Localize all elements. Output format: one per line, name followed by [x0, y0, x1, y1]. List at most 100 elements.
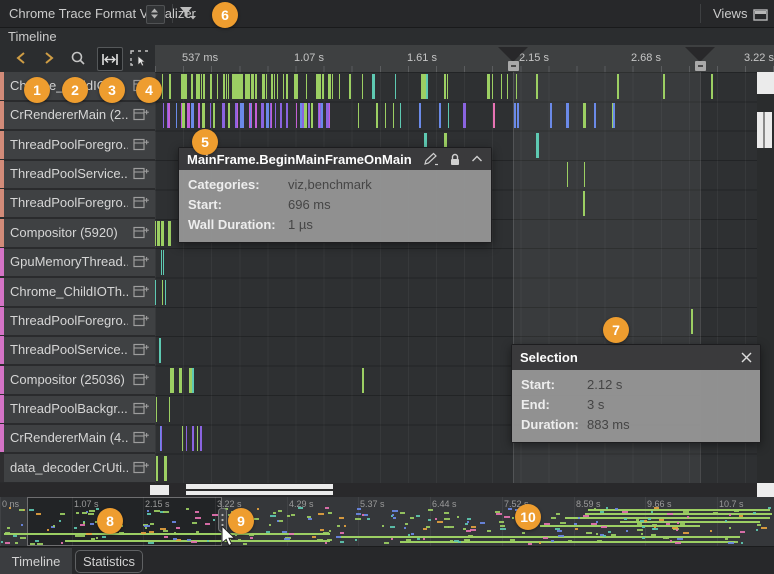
- selection-popup-titlebar[interactable]: Selection: [512, 345, 760, 370]
- selection-handle-left-knob[interactable]: [508, 61, 519, 71]
- trace-event[interactable]: [487, 74, 490, 99]
- pin-button[interactable]: [449, 153, 461, 166]
- trace-event[interactable]: [266, 74, 267, 99]
- trace-event[interactable]: [550, 103, 552, 128]
- horizontal-scrollbar[interactable]: [0, 483, 774, 497]
- trace-event[interactable]: [176, 103, 177, 128]
- trace-event[interactable]: [266, 103, 269, 128]
- trace-event[interactable]: [179, 368, 182, 393]
- tab-statistics[interactable]: Statistics: [75, 550, 143, 573]
- trace-event[interactable]: [584, 162, 585, 187]
- track-row[interactable]: data_decoder.CrUti...: [0, 454, 155, 484]
- trace-event[interactable]: [492, 74, 493, 99]
- trace-event[interactable]: [583, 103, 586, 128]
- trace-event[interactable]: [302, 103, 304, 128]
- trace-event[interactable]: [232, 74, 234, 99]
- trace-event[interactable]: [224, 74, 225, 99]
- trace-event[interactable]: [186, 426, 187, 451]
- trace-event[interactable]: [182, 74, 185, 99]
- trace-event[interactable]: [193, 368, 194, 393]
- trace-event[interactable]: [304, 103, 307, 128]
- trace-event[interactable]: [358, 103, 359, 128]
- trace-event[interactable]: [235, 103, 237, 128]
- track-row[interactable]: GpuMemoryThread...: [0, 248, 155, 278]
- time-ruler[interactable]: 537 ms1.07 s1.61 s2.15 s2.68 s3.22 s: [155, 45, 774, 73]
- trace-event[interactable]: [463, 103, 466, 128]
- trace-event[interactable]: [165, 280, 166, 305]
- expand-track-button[interactable]: [133, 343, 149, 361]
- trace-event[interactable]: [385, 103, 386, 128]
- trace-event[interactable]: [516, 74, 517, 99]
- trace-event[interactable]: [613, 103, 615, 128]
- vertical-scrollbar-thumb[interactable]: [757, 72, 774, 94]
- trace-event[interactable]: [393, 103, 394, 128]
- trace-event[interactable]: [271, 103, 272, 128]
- trace-event[interactable]: [228, 103, 230, 128]
- trace-event[interactable]: [201, 74, 202, 99]
- trace-event[interactable]: [362, 74, 363, 99]
- trace-event[interactable]: [162, 74, 163, 99]
- track-row[interactable]: Compositor (25036): [0, 366, 155, 396]
- trace-event[interactable]: [447, 74, 448, 99]
- trace-event[interactable]: [326, 103, 329, 128]
- trace-event[interactable]: [162, 280, 163, 305]
- trace-event[interactable]: [246, 74, 249, 99]
- trace-event[interactable]: [156, 456, 158, 481]
- trace-event[interactable]: [444, 74, 446, 99]
- trace-event[interactable]: [329, 74, 330, 99]
- trace-event[interactable]: [400, 103, 401, 128]
- trace-event[interactable]: [567, 162, 568, 187]
- expand-track-button[interactable]: [133, 226, 149, 244]
- trace-event[interactable]: [318, 74, 321, 99]
- expand-track-button[interactable]: [133, 255, 149, 273]
- track-row[interactable]: CrRendererMain (4...: [0, 424, 155, 454]
- hscroll-block[interactable]: [150, 485, 169, 495]
- trace-event[interactable]: [217, 74, 218, 99]
- track-row[interactable]: ThreadPoolService...: [0, 336, 155, 366]
- trace-event[interactable]: [196, 74, 199, 99]
- trace-event[interactable]: [349, 74, 351, 99]
- trace-event[interactable]: [514, 103, 516, 128]
- track-row[interactable]: Chrome_ChildIOTh...: [0, 278, 155, 308]
- trace-event[interactable]: [536, 133, 539, 158]
- trace-event[interactable]: [210, 74, 212, 99]
- expand-track-button[interactable]: [133, 167, 149, 185]
- edit-title-button[interactable]: [423, 152, 439, 166]
- expand-track-button[interactable]: [133, 461, 149, 479]
- trace-event[interactable]: [501, 74, 502, 99]
- trace-event[interactable]: [255, 103, 257, 128]
- trace-event[interactable]: [210, 103, 211, 128]
- trace-event[interactable]: [164, 456, 167, 481]
- event-tooltip-titlebar[interactable]: MainFrame.BeginMainFrameOnMain: [179, 148, 491, 170]
- trace-event[interactable]: [167, 103, 168, 128]
- zoom-to-region-button[interactable]: [127, 47, 151, 69]
- filter-button[interactable]: [179, 6, 197, 26]
- trace-event[interactable]: [711, 74, 713, 99]
- trace-event[interactable]: [306, 74, 307, 99]
- trace-event[interactable]: [295, 74, 298, 99]
- trace-event[interactable]: [203, 74, 205, 99]
- trace-event[interactable]: [191, 103, 194, 128]
- fit-to-width-button[interactable]: [97, 47, 123, 71]
- trace-event[interactable]: [493, 103, 495, 128]
- trace-event[interactable]: [213, 103, 215, 128]
- trace-event[interactable]: [376, 103, 378, 128]
- trace-event[interactable]: [163, 103, 164, 128]
- trace-event[interactable]: [155, 280, 156, 305]
- expand-track-button[interactable]: [133, 402, 149, 420]
- trace-event[interactable]: [222, 103, 225, 128]
- trace-event[interactable]: [536, 74, 538, 99]
- track-row[interactable]: ThreadPoolForegro...: [0, 131, 155, 161]
- trace-event[interactable]: [308, 103, 310, 128]
- trace-event[interactable]: [271, 74, 273, 99]
- trace-event[interactable]: [322, 74, 323, 99]
- visualizer-selector[interactable]: Chrome Trace Format Visualizer: [9, 6, 196, 21]
- trace-event[interactable]: [274, 74, 275, 99]
- expand-track-button[interactable]: [133, 373, 149, 391]
- selection-handle-right[interactable]: [685, 47, 715, 62]
- trace-event[interactable]: [594, 103, 596, 128]
- selection-handle-right-knob[interactable]: [695, 61, 706, 71]
- trace-event[interactable]: [187, 103, 190, 128]
- trace-event[interactable]: [362, 368, 364, 393]
- horizontal-scrollbar-thumb[interactable]: [186, 484, 333, 495]
